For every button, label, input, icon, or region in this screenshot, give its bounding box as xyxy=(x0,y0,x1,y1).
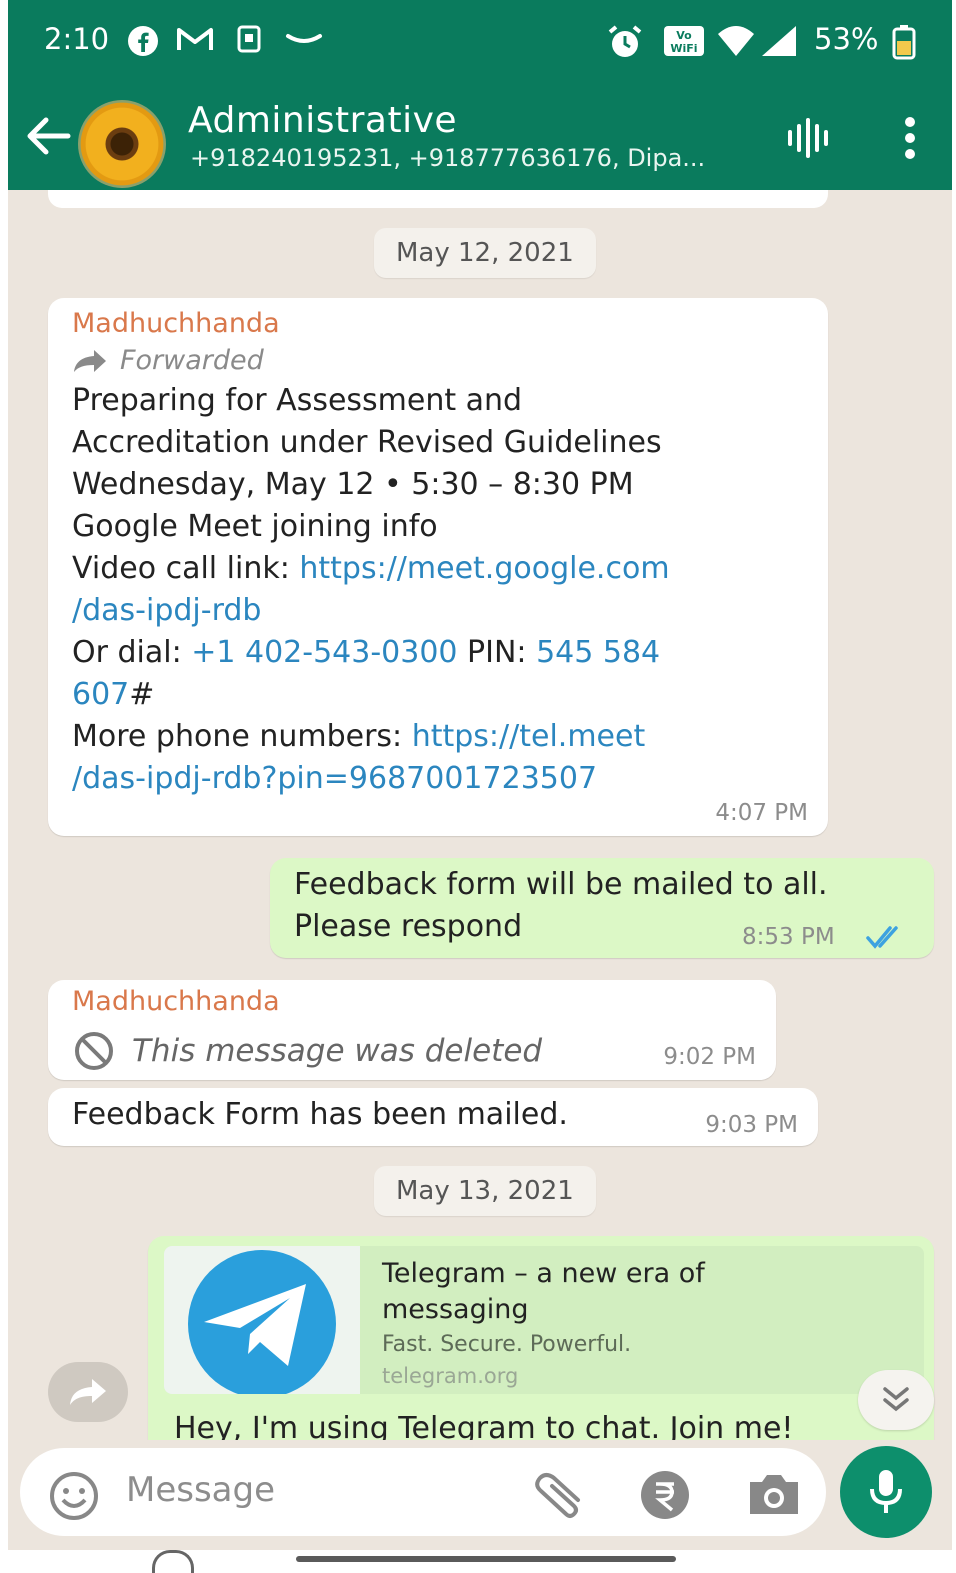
message-time: 9:03 PM xyxy=(705,1112,798,1138)
deleted-icon xyxy=(75,1032,113,1070)
link-preview-image xyxy=(164,1246,360,1394)
notification-icon xyxy=(237,25,261,53)
share-forward-icon xyxy=(70,1379,106,1405)
forward-icon xyxy=(74,349,106,372)
scroll-down-button[interactable] xyxy=(858,1370,934,1430)
date-chip: May 13, 2021 xyxy=(374,1166,596,1216)
incoming-message[interactable]: Madhuchhanda Forwarded Preparing for Ass… xyxy=(48,298,828,836)
message-line: Google Meet joining info xyxy=(72,509,438,544)
message-line: More phone numbers: https://tel.meet xyxy=(72,716,808,758)
tel-meet-link[interactable]: https://tel.meet xyxy=(412,719,646,754)
share-forward-button[interactable] xyxy=(48,1362,128,1422)
message-line: 607# xyxy=(72,674,808,716)
emoji-icon[interactable] xyxy=(48,1470,100,1522)
amazon-icon xyxy=(286,34,322,43)
tel-meet-link-cont[interactable]: /das-ipdj-rdb?pin=9687001723507 xyxy=(72,758,808,800)
mic-button[interactable] xyxy=(840,1446,932,1538)
deleted-text: This message was deleted xyxy=(132,1033,543,1069)
nav-back-icon[interactable] xyxy=(152,1550,194,1573)
message-text: # xyxy=(129,677,155,712)
chat-area[interactable]: May 12, 2021 Madhuchhanda Forwarded Prep… xyxy=(8,190,952,1440)
vowifi-icon: Vo WiFi xyxy=(664,26,704,56)
meet-link[interactable]: https://meet.google.com xyxy=(299,551,669,586)
link-preview-title: Telegram – a new era of messaging xyxy=(382,1258,705,1325)
incoming-message[interactable]: Feedback Form has been mailed. 9:03 PM xyxy=(48,1088,818,1146)
previous-message-bubble[interactable] xyxy=(48,190,828,208)
incoming-message[interactable]: Madhuchhanda This message was deleted 9:… xyxy=(48,980,776,1080)
composer-bar: Message xyxy=(8,1440,952,1550)
message-line: Or dial: +1 402-543-0300 PIN: 545 584 xyxy=(72,632,808,674)
link-preview-domain: telegram.org xyxy=(382,1364,519,1388)
pin-link-cont[interactable]: 607 xyxy=(72,677,129,712)
telegram-logo-icon xyxy=(188,1250,336,1394)
status-time: 2:10 xyxy=(44,22,110,56)
battery-percent: 53% xyxy=(814,22,879,56)
message-time: 4:07 PM xyxy=(715,800,808,826)
double-check-icon xyxy=(866,926,898,949)
gmail-icon xyxy=(177,28,213,50)
attach-icon[interactable] xyxy=(528,1470,588,1520)
mic-icon xyxy=(870,1470,902,1513)
message-line: Accreditation under Revised Guidelines xyxy=(72,425,662,460)
message-input[interactable]: Message xyxy=(20,1448,826,1536)
outgoing-message[interactable]: Telegram – a new era of messaging Fast. … xyxy=(148,1236,934,1440)
signal-icon xyxy=(762,26,796,56)
scroll-down-icon xyxy=(883,1387,909,1412)
message-time: 9:02 PM xyxy=(663,1044,756,1070)
message-line: Preparing for Assessment and xyxy=(72,383,523,418)
message-time: 8:53 PM xyxy=(742,924,835,950)
camera-icon[interactable] xyxy=(746,1470,802,1518)
phone-link[interactable]: +1 402-543-0300 xyxy=(191,635,457,670)
voice-chat-icon[interactable] xyxy=(784,118,832,158)
system-nav-bar xyxy=(0,1550,956,1573)
message-text: PIN: xyxy=(457,635,537,670)
date-chip: May 12, 2021 xyxy=(374,228,596,278)
wifi-icon xyxy=(718,26,754,56)
sender-name[interactable]: Madhuchhanda xyxy=(72,986,542,1017)
facebook-icon xyxy=(128,26,158,56)
forwarded-text: Forwarded xyxy=(120,345,264,376)
deleted-message: This message was deleted xyxy=(72,1029,542,1073)
chat-header: Administrative +918240195231, +918777636… xyxy=(8,86,952,190)
link-preview[interactable]: Telegram – a new era of messaging Fast. … xyxy=(164,1246,924,1394)
svg-text:WiFi: WiFi xyxy=(670,42,697,55)
message-line: Feedback form will be mailed to all. xyxy=(294,867,828,902)
message-line: Video call link: https://meet.google.com xyxy=(72,548,808,590)
message-text: More phone numbers: xyxy=(72,719,412,754)
rupee-icon[interactable] xyxy=(638,1468,692,1522)
message-placeholder: Message xyxy=(126,1470,276,1510)
back-arrow-icon[interactable] xyxy=(24,114,74,158)
forwarded-label: Forwarded xyxy=(72,345,808,376)
message-text: Video call link: xyxy=(72,551,300,586)
message-line: Wednesday, May 12 • 5:30 – 8:30 PM xyxy=(72,467,634,502)
group-title[interactable]: Administrative xyxy=(188,100,457,141)
group-avatar[interactable] xyxy=(78,100,166,188)
battery-icon xyxy=(892,25,916,60)
group-participants[interactable]: +918240195231, +918777636176, Dipa... xyxy=(190,144,705,172)
message-body: Feedback Form has been mailed. xyxy=(72,1097,568,1132)
more-vert-icon[interactable] xyxy=(902,116,918,160)
meet-link-cont[interactable]: /das-ipdj-rdb xyxy=(72,590,808,632)
outgoing-message[interactable]: Feedback form will be mailed to all. Ple… xyxy=(270,858,934,958)
pin-link[interactable]: 545 584 xyxy=(536,635,660,670)
message-body: Preparing for Assessment and Accreditati… xyxy=(72,380,808,800)
message-text: Or dial: xyxy=(72,635,192,670)
link-preview-description: Fast. Secure. Powerful. xyxy=(382,1332,632,1357)
home-indicator[interactable] xyxy=(296,1556,676,1562)
message-body: Hey, I'm using Telegram to chat. Join me… xyxy=(174,1411,794,1440)
svg-text:Vo: Vo xyxy=(676,29,692,42)
alarm-icon xyxy=(608,25,642,57)
status-bar: 2:10 Vo WiFi 53% xyxy=(8,0,952,86)
sender-name[interactable]: Madhuchhanda xyxy=(72,308,808,339)
